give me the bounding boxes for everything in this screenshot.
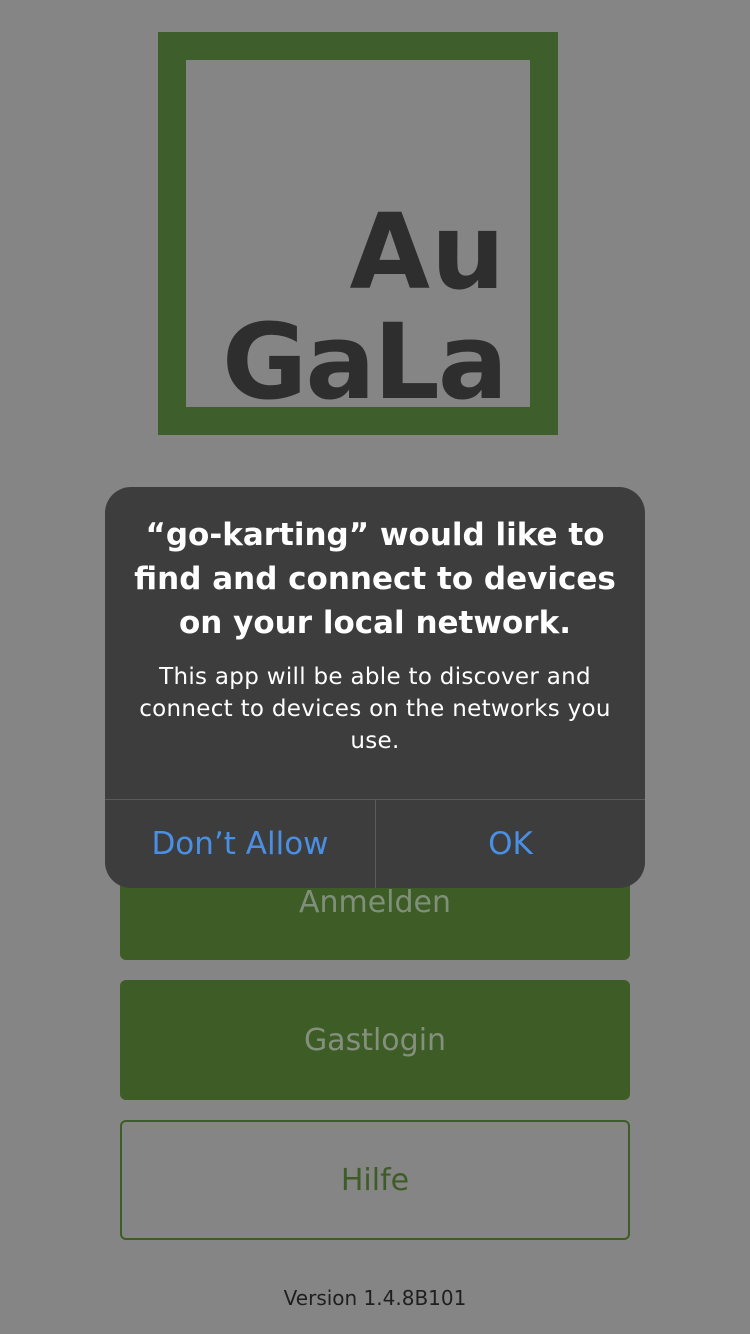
logo-text-gala: GaLa (222, 301, 508, 423)
help-button-label: Hilfe (340, 1163, 410, 1198)
ok-button[interactable]: OK (376, 800, 645, 888)
help-button[interactable]: Hilfe (120, 1120, 630, 1240)
app-logo: Au GaLa (158, 32, 558, 435)
login-button-label: Anmelden (298, 885, 452, 920)
guest-login-button[interactable]: Gastlogin (120, 980, 630, 1100)
alert-title: “go-karting” would like to find and conn… (134, 517, 616, 641)
alert-message: This app will be able to discover and co… (139, 664, 611, 754)
local-network-permission-alert: “go-karting” would like to find and conn… (105, 487, 645, 888)
version-label: Version 1.4.8B101 (283, 1286, 467, 1310)
guest-login-button-label: Gastlogin (303, 1023, 447, 1058)
dont-allow-button[interactable]: Don’t Allow (105, 800, 375, 888)
logo-text-au: Au (349, 191, 506, 313)
